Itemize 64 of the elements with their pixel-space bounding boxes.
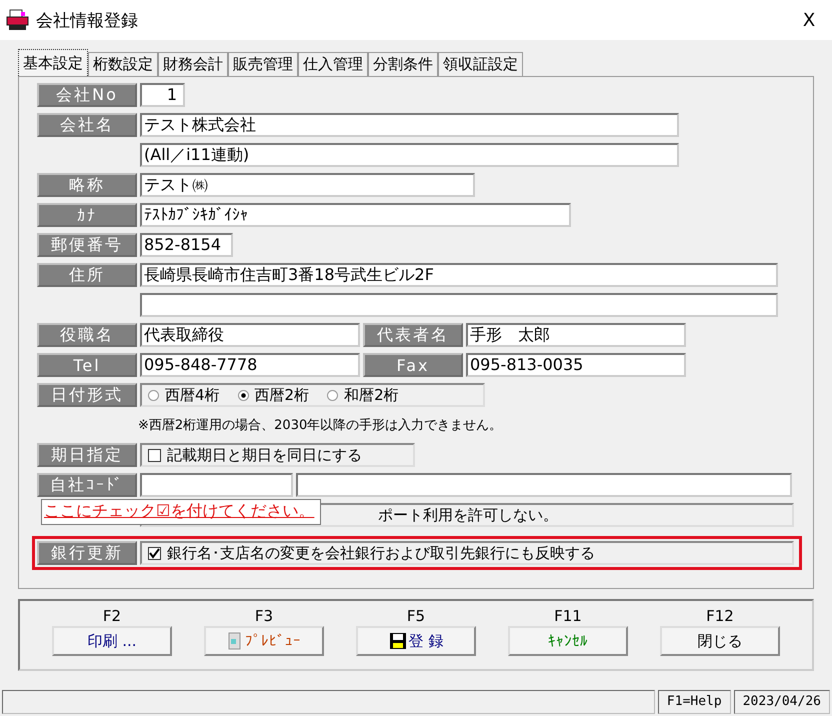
checkbox[interactable] <box>148 546 161 560</box>
radio-button[interactable] <box>148 390 159 400</box>
window-title: 会社情報登録 <box>36 10 138 32</box>
field-label: ｶﾅ <box>37 203 137 227</box>
radio-button[interactable] <box>327 390 338 400</box>
key-label: F5 <box>406 607 426 625</box>
key-label: F2 <box>102 607 122 625</box>
field-label: 代表者名 <box>363 323 463 347</box>
radio-option[interactable]: 西暦4桁 <box>148 386 220 404</box>
status-date: 2023/04/26 <box>734 690 830 714</box>
key-label: F3 <box>254 607 274 625</box>
field-label: 郵便番号 <box>37 233 137 257</box>
tab[interactable]: 財務会計 <box>158 52 228 76</box>
field-label: 役職名 <box>37 323 137 347</box>
input-field[interactable]: 095-813-0035 <box>466 353 686 377</box>
input-field[interactable]: 1 <box>140 83 185 107</box>
input-field[interactable]: 095-848-7778 <box>140 353 360 377</box>
field-label: 期日指定 <box>37 443 137 467</box>
input-field[interactable]: 手形 太郎 <box>466 323 686 347</box>
help-hint: F1=Help <box>658 690 731 714</box>
checkbox-label[interactable]: 銀行名･支店名の変更を会社銀行および取引先銀行にも反映する <box>167 544 595 562</box>
note-text: ※西暦2桁運用の場合、2030年以降の手形は入力できません。 <box>138 417 504 434</box>
field-label: 自社ｺｰﾄﾞ <box>37 473 137 497</box>
tab[interactable]: 基本設定 <box>18 49 88 76</box>
checkbox[interactable] <box>148 448 161 462</box>
function-button[interactable]: 登 録 <box>356 626 476 656</box>
page-icon <box>227 632 243 650</box>
tab[interactable]: 分割条件 <box>368 52 438 76</box>
checkbox-label[interactable]: ポート利用を許可しない。 <box>378 506 558 524</box>
key-label: F11 <box>554 607 582 625</box>
field-label: 会社No <box>37 83 137 107</box>
function-button[interactable]: 閉じる <box>660 626 780 656</box>
input-field[interactable] <box>140 473 293 497</box>
function-button[interactable]: 印刷 ... <box>52 626 172 656</box>
input-field[interactable]: テスト株式会社 <box>140 113 679 137</box>
radio-option[interactable]: 和暦2桁 <box>327 386 399 404</box>
field-label: 銀行更新 <box>37 541 137 565</box>
input-field[interactable]: 長崎県長崎市住吉町3番18号武生ビル2F <box>140 263 778 287</box>
input-field[interactable]: (All／i11連動) <box>140 143 679 167</box>
input-field[interactable] <box>140 293 778 317</box>
field-label: 略称 <box>37 173 137 197</box>
check-icon <box>149 548 160 558</box>
field-label: 日付形式 <box>37 383 137 407</box>
tab[interactable]: 仕入管理 <box>298 52 368 76</box>
checkbox-label[interactable]: 記載期日と期日を同日にする <box>167 446 362 464</box>
field-label: 住所 <box>37 263 137 287</box>
tooltip: ここにチェック☑を付けてください。 <box>41 499 322 525</box>
field-label: Tel <box>37 353 137 377</box>
input-field[interactable]: ﾃｽﾄｶﾌﾞｼｷｶﾞｲｼｬ <box>140 203 571 227</box>
tab[interactable]: 領収証設定 <box>438 52 523 76</box>
input-field[interactable]: テスト㈱ <box>140 173 475 197</box>
radio-option[interactable]: 西暦2桁 <box>238 386 310 404</box>
input-field[interactable]: 代表取締役 <box>140 323 360 347</box>
key-label: F12 <box>706 607 734 625</box>
field-label: Fax <box>363 353 463 377</box>
radio-button[interactable] <box>238 390 249 400</box>
input-field[interactable]: 852-8154 <box>140 233 233 257</box>
field-label: 会社名 <box>37 113 137 137</box>
function-button[interactable]: ｷｬﾝｾﾙ <box>508 626 628 656</box>
tab[interactable]: 販売管理 <box>228 52 298 76</box>
printer-icon <box>6 9 30 31</box>
input-field[interactable] <box>296 473 792 497</box>
function-button[interactable]: ﾌﾟﾚﾋﾞｭｰ <box>204 626 324 656</box>
tab[interactable]: 桁数設定 <box>88 52 158 76</box>
